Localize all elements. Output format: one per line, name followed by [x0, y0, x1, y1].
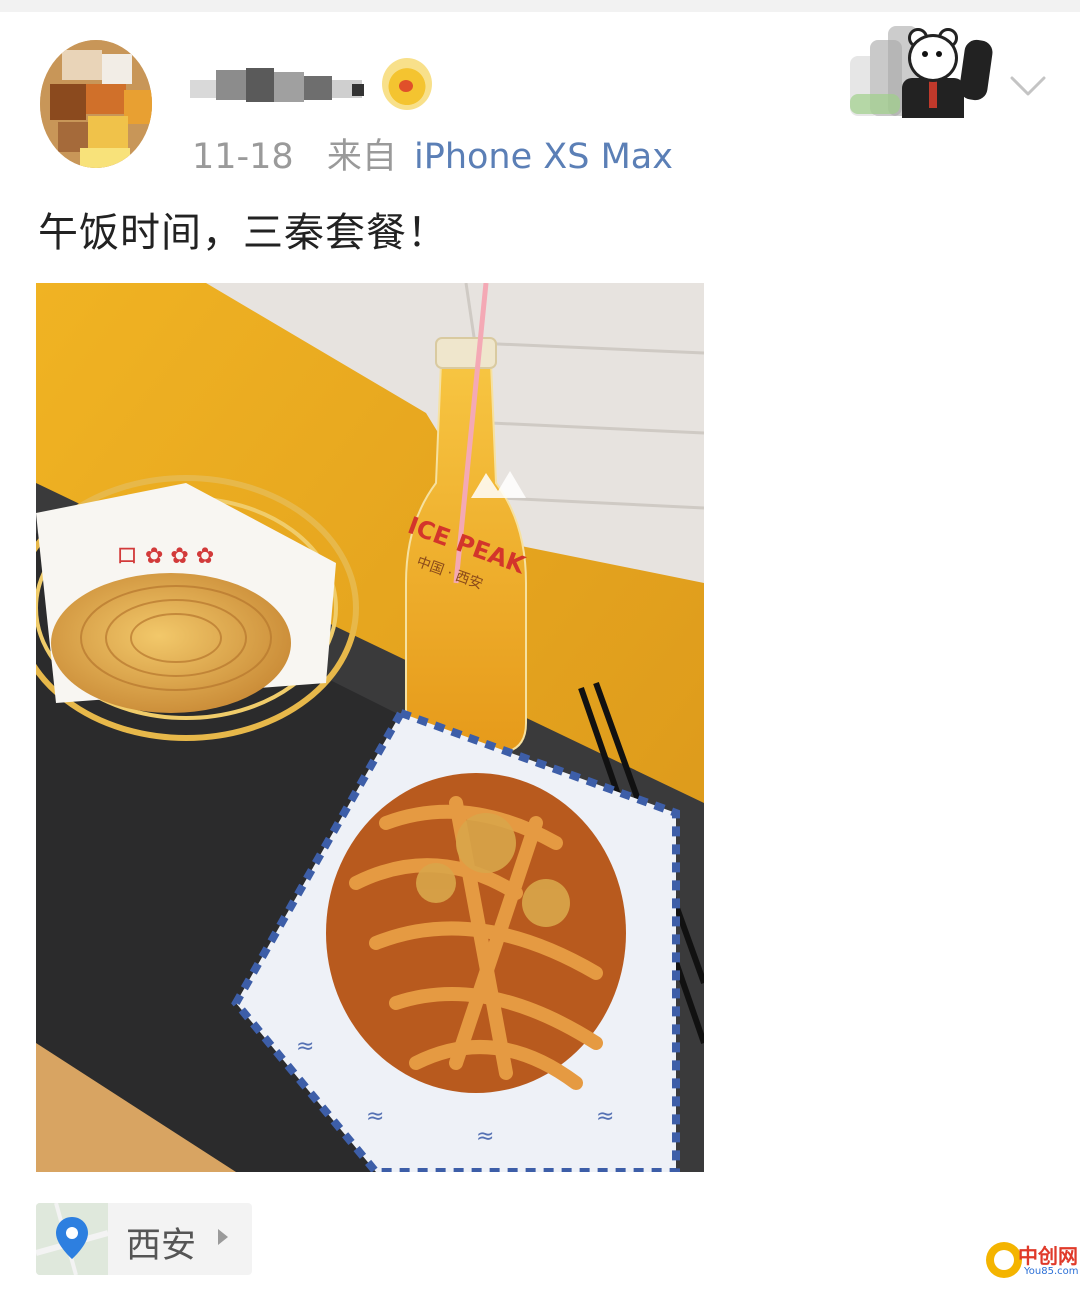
svg-text:ロ ✿ ✿ ✿: ロ ✿ ✿ ✿ [116, 544, 214, 569]
weibo-post-page: 11-18 来自 iPhone XS Max 午饭时间，三秦套餐！ ロ ✿ ✿ … [0, 0, 1080, 1289]
svg-text:≈: ≈ [476, 1124, 494, 1149]
post-meta: 11-18 来自 iPhone XS Max [192, 128, 673, 179]
map-thumbnail [36, 1203, 109, 1275]
watermark-brand: 中创网 [1018, 1244, 1078, 1268]
source-device-link[interactable]: iPhone XS Max [414, 137, 673, 177]
watermark-logo-icon [986, 1242, 1022, 1278]
site-watermark: 中创网 You85.com [986, 1238, 1080, 1286]
vip-badge-icon [382, 58, 432, 110]
post-text: 午饭时间，三秦套餐！ [38, 210, 448, 256]
source-prefix: 来自 [326, 137, 397, 177]
location-label: 西安 [126, 1226, 197, 1266]
svg-text:≈: ≈ [366, 1104, 384, 1129]
post-date: 11-18 [192, 137, 294, 177]
bear-sticker-icon [850, 16, 1010, 118]
location-arrow-icon [218, 1229, 228, 1245]
avatar[interactable] [40, 40, 152, 168]
svg-text:≈: ≈ [596, 1104, 614, 1129]
location-pin-icon [36, 1203, 109, 1275]
chevron-down-icon[interactable] [1006, 64, 1050, 108]
svg-text:≈: ≈ [296, 1034, 314, 1059]
top-divider [0, 0, 1080, 12]
watermark-domain: You85.com [1024, 1266, 1079, 1277]
post-photo[interactable]: ロ ✿ ✿ ✿ ICE PEAK 中国 · 西安 ≈ ≈ ≈ ≈ [36, 283, 704, 1172]
meal-photo-illustration: ロ ✿ ✿ ✿ ICE PEAK 中国 · 西安 ≈ ≈ ≈ ≈ [36, 283, 704, 1172]
